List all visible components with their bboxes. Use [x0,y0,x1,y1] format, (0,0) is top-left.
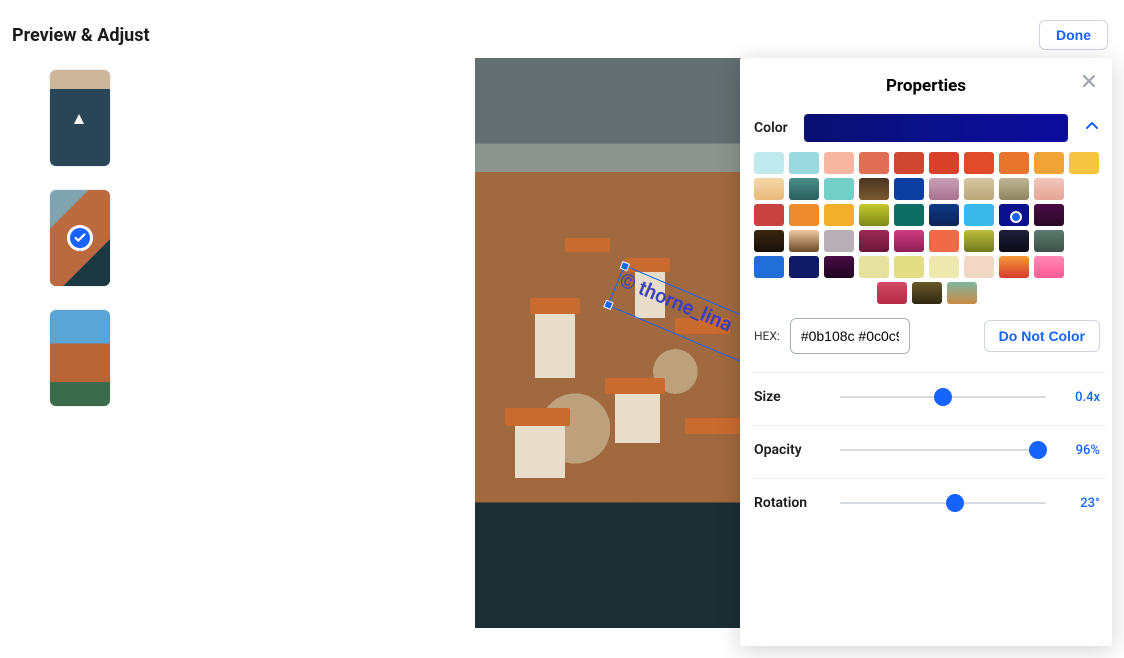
size-label: Size [754,389,824,405]
watermark-text: © thorne_lina [616,267,736,336]
color-swatch[interactable] [894,256,924,278]
color-swatch[interactable] [789,152,819,174]
opacity-value: 96% [1062,443,1100,458]
rotation-value: 23° [1062,496,1100,511]
color-swatch[interactable] [929,256,959,278]
color-swatch[interactable] [894,178,924,200]
color-swatch[interactable] [964,178,994,200]
size-slider[interactable] [840,387,1046,407]
color-swatch[interactable] [754,256,784,278]
color-swatch[interactable] [824,152,854,174]
color-preview[interactable] [804,114,1068,142]
thumbnail-1[interactable] [50,190,110,286]
color-swatch[interactable] [964,256,994,278]
color-swatch[interactable] [789,204,819,226]
swatch-grid [754,152,1100,304]
color-swatch[interactable] [1034,152,1064,174]
color-swatch[interactable] [859,230,889,252]
color-swatch[interactable] [754,178,784,200]
color-swatch[interactable] [859,256,889,278]
color-swatch[interactable] [754,204,784,226]
rotation-slider[interactable] [840,493,1046,513]
color-swatch[interactable] [912,282,942,304]
color-swatch[interactable] [894,204,924,226]
color-swatch[interactable] [999,230,1029,252]
rotation-label: Rotation [754,495,824,511]
color-swatch[interactable] [789,178,819,200]
color-swatch[interactable] [929,230,959,252]
color-swatch[interactable] [947,282,977,304]
color-swatch[interactable] [929,152,959,174]
chevron-up-icon[interactable] [1084,118,1100,138]
rotation-knob[interactable] [946,494,964,512]
color-swatch[interactable] [859,204,889,226]
done-button[interactable]: Done [1039,20,1108,50]
opacity-section: Opacity 96% [752,425,1106,478]
size-value: 0.4x [1062,390,1100,405]
properties-panel: Properties Color HEX: Do Not Color [740,58,1112,646]
color-swatch[interactable] [999,178,1029,200]
color-swatch[interactable] [964,230,994,252]
hex-label: HEX: [754,329,780,343]
color-swatch[interactable] [929,178,959,200]
color-label: Color [754,120,788,136]
color-swatch[interactable] [824,178,854,200]
color-swatch[interactable] [754,152,784,174]
color-swatch[interactable] [999,204,1029,226]
color-swatch[interactable] [999,256,1029,278]
color-swatch[interactable] [789,230,819,252]
hex-input[interactable] [790,318,910,354]
color-swatch[interactable] [999,152,1029,174]
color-swatch[interactable] [1034,178,1064,200]
size-section: Size 0.4x [752,372,1106,425]
page-title: Preview & Adjust [12,25,150,46]
color-swatch[interactable] [1069,152,1099,174]
thumbnail-2[interactable] [50,310,110,406]
color-swatch[interactable] [1034,230,1064,252]
color-swatch[interactable] [1034,256,1064,278]
size-knob[interactable] [934,388,952,406]
color-swatch[interactable] [824,256,854,278]
properties-title: Properties [886,76,966,96]
color-swatch[interactable] [859,178,889,200]
opacity-slider[interactable] [840,440,1046,460]
color-swatch[interactable] [1034,204,1064,226]
color-swatch[interactable] [964,152,994,174]
color-section: Color HEX: Do Not Color [752,110,1106,372]
thumbnail-list [0,58,160,658]
color-swatch[interactable] [859,152,889,174]
color-swatch[interactable] [894,152,924,174]
color-swatch[interactable] [894,230,924,252]
color-swatch[interactable] [824,230,854,252]
resize-handle-sw[interactable] [603,300,613,310]
selected-check-icon [67,225,93,251]
rotation-section: Rotation 23° [752,478,1106,531]
opacity-knob[interactable] [1029,441,1047,459]
thumbnail-0[interactable] [50,70,110,166]
color-swatch[interactable] [754,230,784,252]
opacity-label: Opacity [754,442,824,458]
do-not-color-button[interactable]: Do Not Color [984,320,1100,352]
color-swatch[interactable] [877,282,907,304]
close-icon[interactable] [1080,72,1098,95]
color-swatch[interactable] [964,204,994,226]
color-swatch[interactable] [824,204,854,226]
color-swatch[interactable] [929,204,959,226]
color-swatch[interactable] [789,256,819,278]
